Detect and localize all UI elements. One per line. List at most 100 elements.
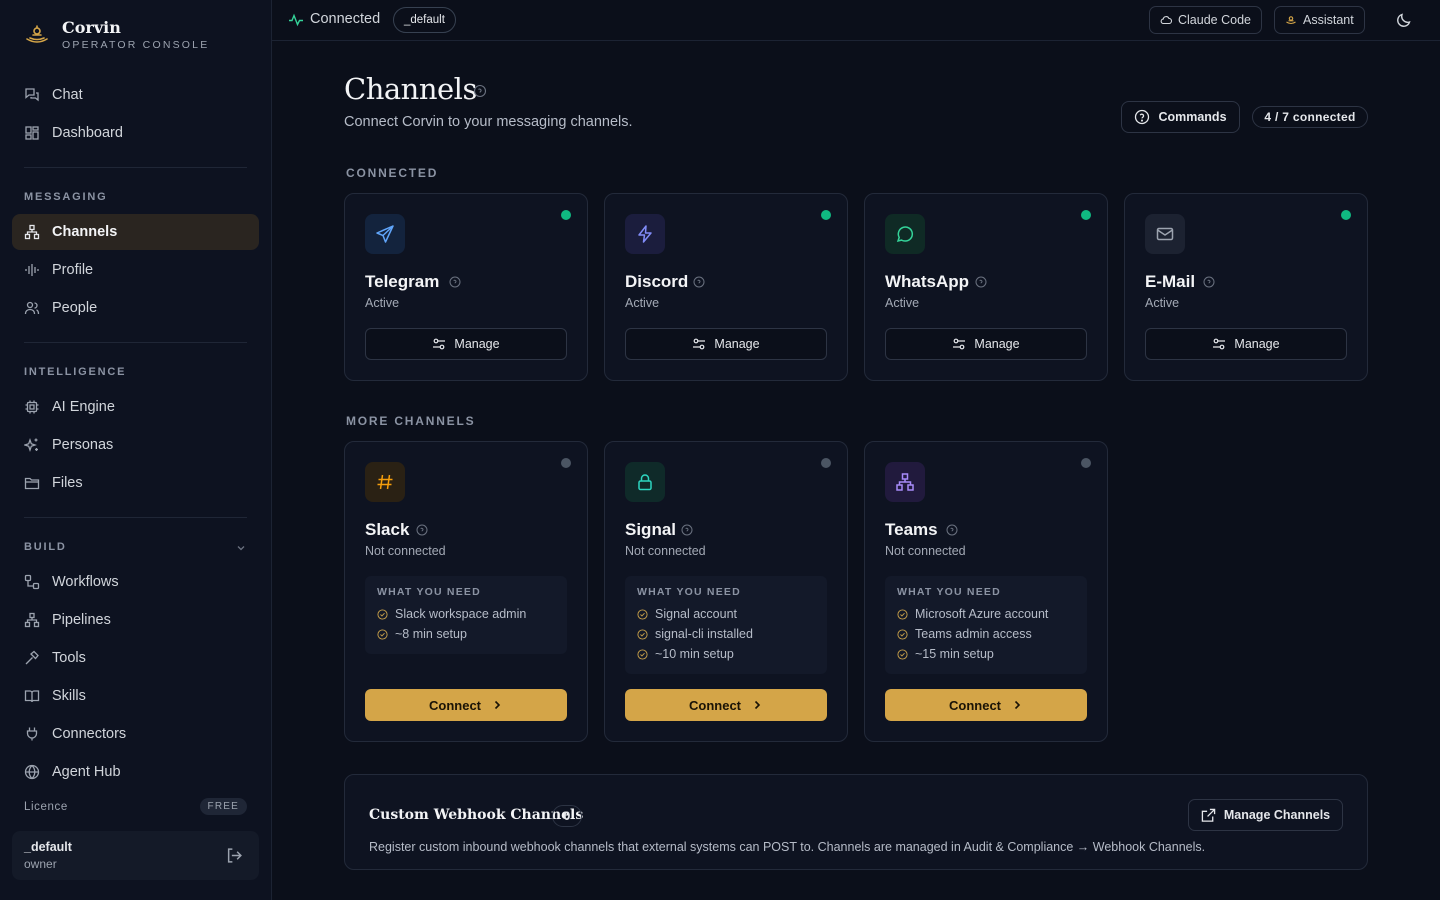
help-icon[interactable] (975, 276, 987, 288)
mail-icon (1156, 227, 1174, 241)
settings-sliders-icon (693, 338, 706, 350)
connected-section-label: CONNECTED (346, 166, 439, 180)
channel-card-whatsapp: WhatsApp Active Manage (864, 193, 1108, 381)
requirements-title: WHAT YOU NEED (897, 586, 1001, 598)
button-label: Connect (429, 697, 481, 713)
check-circle-icon (897, 608, 908, 620)
help-icon[interactable] (681, 524, 693, 536)
nav-people[interactable]: People (12, 290, 259, 326)
commands-button[interactable]: Commands (1121, 101, 1240, 133)
status-dot (1081, 210, 1091, 220)
channel-status: Active (1145, 296, 1180, 310)
chat-icon (25, 88, 39, 102)
help-icon[interactable] (473, 84, 487, 98)
channel-status: Not connected (365, 544, 446, 558)
licence-label: Licence (24, 800, 68, 813)
nav-files[interactable]: Files (12, 465, 259, 501)
help-icon[interactable] (693, 276, 705, 288)
check-circle-icon (637, 608, 648, 620)
moon-icon[interactable] (1396, 12, 1412, 28)
nav-ai-engine[interactable]: AI Engine (12, 389, 259, 425)
channel-card-teams: Teams Not connected WHAT YOU NEED Micros… (864, 441, 1108, 742)
connect-button[interactable]: Connect (625, 689, 827, 721)
channel-status: Active (885, 296, 920, 310)
nav-label: Personas (52, 437, 114, 453)
connect-button[interactable]: Connect (885, 689, 1087, 721)
help-icon[interactable] (416, 524, 428, 536)
status-dot (821, 210, 831, 220)
nav-label: Workflows (52, 574, 119, 590)
workspace-pill[interactable]: _default (393, 7, 456, 33)
assistant-button[interactable]: Assistant (1274, 6, 1365, 34)
network-icon (896, 473, 914, 491)
check-circle-icon (897, 648, 908, 660)
requirement-text: ~8 min setup (395, 627, 467, 641)
chevron-down-icon[interactable] (235, 542, 247, 554)
manage-button[interactable]: Manage (365, 328, 567, 360)
button-label: Assistant (1303, 13, 1354, 27)
channel-name: Discord (625, 272, 689, 291)
channel-icon-box (625, 462, 665, 502)
status-dot (821, 458, 831, 468)
logout-icon[interactable] (226, 847, 243, 864)
channel-name: Signal (625, 520, 677, 539)
button-label: Claude Code (1178, 13, 1251, 27)
manage-button[interactable]: Manage (625, 328, 827, 360)
user-name: _default (24, 840, 72, 854)
requirement-text: ~15 min setup (915, 647, 994, 661)
nav-profile[interactable]: Profile (12, 252, 259, 288)
requirement-item: Slack workspace admin (377, 604, 555, 624)
channel-name: E-Mail (1145, 272, 1196, 291)
claude-code-button[interactable]: Claude Code (1149, 6, 1262, 34)
help-icon[interactable] (946, 524, 958, 536)
check-circle-icon (637, 628, 648, 640)
cloud-icon (1160, 16, 1172, 25)
nav-skills[interactable]: Skills (12, 678, 259, 714)
brand[interactable]: Corvin OPERATOR CONSOLE (24, 18, 209, 51)
nav-dashboard[interactable]: Dashboard (12, 115, 259, 151)
nav-label: Skills (52, 688, 86, 704)
people-icon (24, 301, 40, 315)
check-circle-icon (377, 628, 388, 640)
requirement-item: signal-cli installed (637, 624, 815, 644)
user-card[interactable]: _default owner (12, 831, 259, 880)
requirement-text: signal-cli installed (655, 627, 753, 641)
lock-icon (638, 474, 652, 491)
nav-label: Channels (52, 224, 118, 240)
help-icon[interactable] (449, 276, 461, 288)
manage-channels-button[interactable]: Manage Channels (1188, 799, 1343, 831)
nav-tools[interactable]: Tools (12, 640, 259, 676)
channel-name: Slack (365, 520, 410, 539)
chevron-right-icon (754, 700, 761, 710)
check-circle-icon (637, 648, 648, 660)
plug-icon (26, 727, 38, 741)
nav-connectors[interactable]: Connectors (12, 716, 259, 752)
manage-button[interactable]: Manage (1145, 328, 1347, 360)
channel-icon-box (625, 214, 665, 254)
chevron-right-icon (494, 700, 501, 710)
requirement-text: ~10 min setup (655, 647, 734, 661)
workflow-icon (24, 574, 40, 590)
check-circle-icon (897, 628, 908, 640)
channels-icon (24, 224, 40, 240)
section-label-build: BUILD (24, 541, 67, 553)
nav-chat[interactable]: Chat (12, 77, 259, 113)
nav-workflows[interactable]: Workflows (12, 564, 259, 600)
requirements-title: WHAT YOU NEED (637, 586, 741, 598)
settings-sliders-icon (953, 338, 966, 350)
nav-agent-hub[interactable]: Agent Hub (12, 754, 259, 790)
help-circle-icon (1135, 109, 1150, 125)
help-icon[interactable] (1203, 276, 1215, 288)
divider (24, 342, 247, 343)
connect-button[interactable]: Connect (365, 689, 567, 721)
nav-pipelines[interactable]: Pipelines (12, 602, 259, 638)
sparkles-icon (24, 438, 38, 452)
nav-label: Pipelines (52, 612, 111, 628)
hammer-icon (25, 650, 39, 665)
status-dot (1081, 458, 1091, 468)
activity-icon (289, 13, 303, 27)
channel-icon-box (885, 462, 925, 502)
manage-button[interactable]: Manage (885, 328, 1087, 360)
nav-personas[interactable]: Personas (12, 427, 259, 463)
nav-channels[interactable]: Channels (12, 214, 259, 250)
